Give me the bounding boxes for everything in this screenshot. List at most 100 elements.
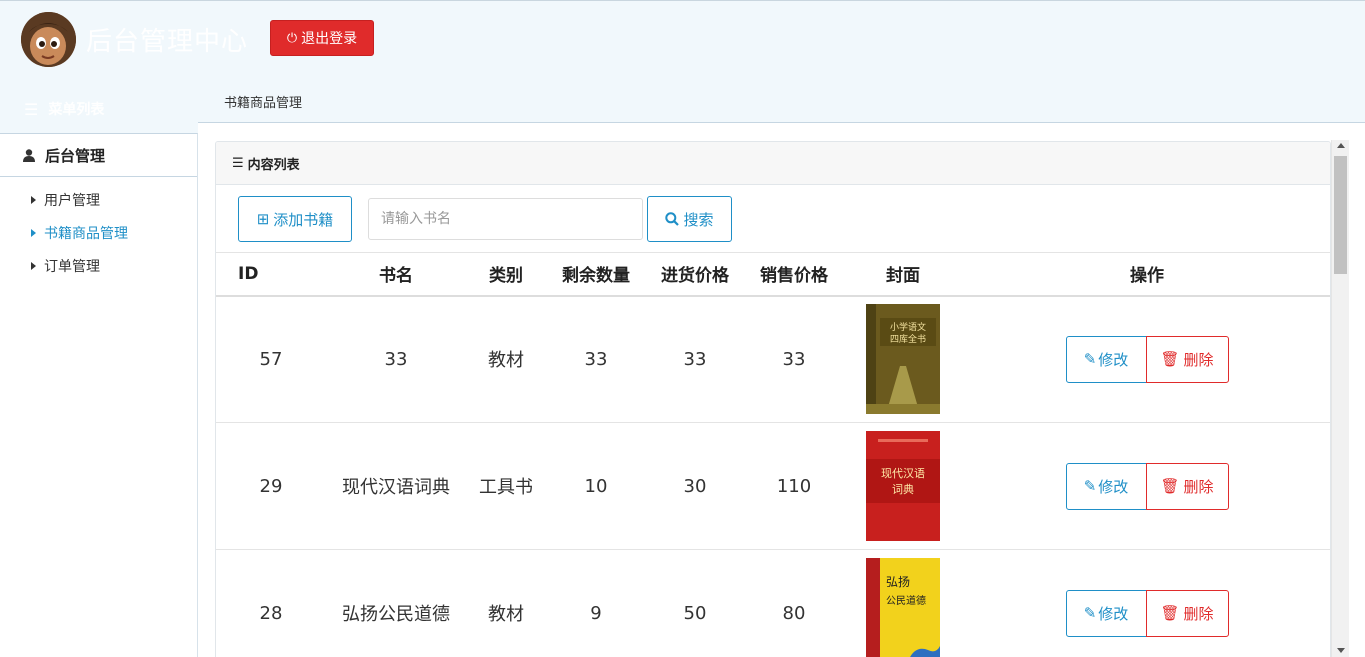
edit-button[interactable]: ✎ 修改 [1065,335,1147,383]
logout-label: 退出登录 [301,30,358,46]
cell-cover: 现代汉语 词典 [844,423,962,550]
table-row: 29 现代汉语词典 工具书 10 30 110 现代汉语 词典 ✎ 修改 🗑 删… [216,423,1330,550]
svg-text:弘扬: 弘扬 [886,574,910,589]
column-header: 操作 [1130,266,1164,287]
column-header: 剩余数量 [562,266,630,287]
list-icon: ☰ [232,155,244,171]
sidebar-item-users[interactable]: 用户管理 [0,183,197,216]
cell-price: 110 [776,475,812,497]
svg-text:四库全书: 四库全书 [890,333,926,345]
sidebar-group-admin[interactable]: 后台管理 [0,134,197,177]
cell-name: 现代汉语词典 [342,477,450,498]
delete-button[interactable]: 🗑 删除 [1145,335,1229,383]
table-header-row: ID 书名 类别 剩余数量 进货价格 销售价格 封面 操作 [216,252,1330,296]
caret-right-icon [31,195,36,204]
book-cover-image: 弘扬 公民道德 [866,558,940,657]
cell-stock: 9 [590,602,602,624]
edit-icon: ✎ [1083,478,1097,495]
cell-id: 29 [259,475,283,497]
delete-button[interactable]: 🗑 删除 [1145,462,1229,510]
table-row: 28 弘扬公民道德 教材 9 50 80 弘扬 公民道德 ✎ 修改 🗑 删除 [216,550,1330,657]
column-header: ID [238,263,259,284]
search-label: 搜索 [683,211,714,229]
search-button[interactable]: 搜索 [647,196,732,242]
add-book-button[interactable]: ⊞ 添加书籍 [238,196,352,242]
books-table: ID 书名 类别 剩余数量 进货价格 销售价格 封面 操作 57 33 教材 3… [216,252,1330,657]
cell-name: 弘扬公民道德 [342,604,450,625]
logout-button[interactable]: ⏻ 退出登录 [270,20,374,56]
delete-label: 删除 [1183,478,1214,496]
cell-price: 80 [782,602,806,624]
delete-label: 删除 [1183,605,1214,623]
scroll-down-arrow-icon[interactable] [1337,648,1345,653]
power-icon: ⏻ [286,30,298,45]
content-panel: ☰ 内容列表 ⊞ 添加书籍 搜索 [215,141,1331,657]
cell-ops: ✎ 修改 🗑 删除 [962,550,1330,657]
trash-icon: 🗑 [1160,478,1180,495]
sidebar-heading: ☰ 菜单列表 [0,85,198,133]
svg-text:公民道德: 公民道德 [886,594,926,607]
svg-text:词典: 词典 [892,482,914,496]
table-row: 57 33 教材 33 33 33 小学语文 四库全书 ✎ 修改 🗑 删除 [216,296,1330,423]
cell-stock: 33 [584,348,608,370]
cell-cover: 小学语文 四库全书 [844,296,962,423]
svg-text:现代汉语: 现代汉语 [881,467,925,480]
search-icon [665,212,680,226]
top-border [0,0,1365,1]
caret-right-icon [31,228,36,237]
cell-stock: 10 [584,475,608,497]
column-header: 销售价格 [760,266,828,287]
sidebar-item-books[interactable]: 书籍商品管理 [0,216,197,249]
sidebar-group-label: 后台管理 [45,146,106,165]
edit-icon: ✎ [1083,351,1097,369]
edit-button[interactable]: ✎ 修改 [1065,589,1147,637]
cell-id: 57 [259,348,283,370]
panel-title: 内容列表 [247,157,300,173]
column-header: 进货价格 [661,266,729,287]
plus-square-icon: ⊞ [256,211,270,228]
search-input[interactable] [368,198,643,240]
column-header: 封面 [886,266,920,287]
edit-label: 修改 [1098,351,1129,369]
edit-icon: ✎ [1083,605,1097,622]
edit-button[interactable]: ✎ 修改 [1065,462,1147,510]
sidebar-item-orders[interactable]: 订单管理 [0,249,197,282]
add-book-label: 添加书籍 [273,211,334,229]
scroll-up-arrow-icon[interactable] [1337,143,1345,148]
user-icon [23,148,35,162]
caret-right-icon [31,261,36,270]
edit-label: 修改 [1098,478,1129,496]
cell-cover: 弘扬 公民道德 [844,550,962,657]
edit-label: 修改 [1098,605,1129,623]
book-cover-image: 小学语文 四库全书 [866,304,940,415]
cell-ops: ✎ 修改 🗑 删除 [962,423,1330,550]
cell-ops: ✎ 修改 🗑 删除 [962,296,1330,423]
panel-header: ☰ 内容列表 [216,142,1330,185]
cell-category: 工具书 [479,477,533,498]
breadcrumb: 书籍商品管理 [224,96,303,111]
sidebar-item-label: 书籍商品管理 [44,225,128,242]
cell-cost: 33 [683,348,707,370]
main-content: ☰ 内容列表 ⊞ 添加书籍 搜索 [198,122,1365,657]
trash-icon: 🗑 [1160,351,1180,369]
cell-price: 33 [782,348,806,370]
sidebar-item-label: 用户管理 [44,192,100,209]
scroll-thumb[interactable] [1334,156,1347,274]
sidebar-item-label: 订单管理 [44,258,100,275]
delete-label: 删除 [1183,351,1214,369]
trash-icon: 🗑 [1160,605,1180,622]
cell-cost: 30 [683,475,707,497]
column-header: 类别 [489,266,523,287]
cell-id: 28 [259,602,283,624]
cell-category: 教材 [488,350,524,372]
vertical-scrollbar[interactable] [1331,140,1349,657]
cell-cost: 50 [683,602,707,624]
menu-icon: ☰ [24,99,39,119]
svg-text:小学语文: 小学语文 [890,321,926,333]
cell-category: 教材 [488,604,524,625]
app-title: 后台管理中心 [86,27,249,57]
delete-button[interactable]: 🗑 删除 [1145,589,1229,637]
book-cover-image: 现代汉语 词典 [866,431,940,541]
sidebar-heading-label: 菜单列表 [48,102,105,118]
user-avatar [21,12,76,67]
